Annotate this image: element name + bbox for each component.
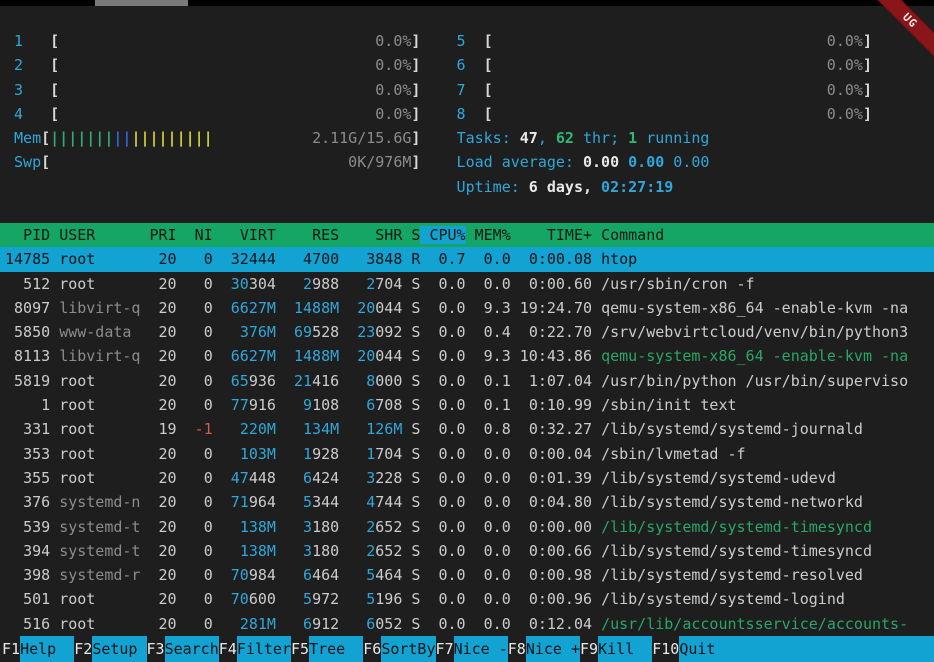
swap-meter-row[interactable]: Swp[ 0K/976M] Load average: 0.00 0.00 0.…	[5, 150, 872, 174]
system-meters: 1 [ 0.0%] 5 [ 0.0%] 2 [ 0.0%] 6 [ 0.0%] …	[5, 29, 872, 199]
column-header-pri[interactable]: PRI	[140, 226, 176, 244]
process-row[interactable]: 8113 libvirt-q 20 0 6627M 1488M 20044 S …	[0, 344, 934, 368]
table-header-row: PID USER PRI NI VIRT RES SHR S CPU% MEM%…	[0, 223, 934, 247]
process-row[interactable]: 355 root 20 0 47448 6424 3228 S 0.0 0.0 …	[0, 466, 934, 490]
process-row[interactable]: 8097 libvirt-q 20 0 6627M 1488M 20044 S …	[0, 296, 934, 320]
blue-meter-pipes: ||	[113, 129, 131, 147]
column-header-res[interactable]: RES	[276, 226, 339, 244]
debug-corner-ribbon: UG	[870, 0, 934, 60]
uptime-row: Uptime: 6 days, 02:27:19	[5, 175, 872, 199]
process-row[interactable]: 376 systemd-n 20 0 71964 5344 4744 S 0.0…	[0, 490, 934, 514]
column-header-shr[interactable]: SHR	[339, 226, 402, 244]
scrollbar-thumb[interactable]	[95, 0, 188, 6]
fkey-label-f7[interactable]: Nice -	[454, 636, 508, 662]
process-row[interactable]: 512 root 20 0 30304 2988 2704 S 0.0 0.0 …	[0, 272, 934, 296]
fkey-f6[interactable]: F6	[363, 636, 381, 662]
fkey-label-f3[interactable]: Search	[165, 636, 219, 662]
process-row[interactable]: 14785 root 20 0 32444 4700 3848 R 0.7 0.…	[0, 247, 934, 271]
process-row[interactable]: 539 systemd-t 20 0 138M 3180 2652 S 0.0 …	[0, 515, 934, 539]
column-header-virt[interactable]: VIRT	[213, 226, 276, 244]
column-header-pid[interactable]: PID	[5, 226, 50, 244]
column-header-cpu[interactable]: CPU%	[420, 226, 465, 244]
green-meter-pipes: |||||||	[50, 129, 113, 147]
fkey-label-f2[interactable]: Setup	[92, 636, 146, 662]
process-row[interactable]: 5819 root 20 0 65936 21416 8000 S 0.0 0.…	[0, 369, 934, 393]
process-row[interactable]: 398 systemd-r 20 0 70984 6464 5464 S 0.0…	[0, 563, 934, 587]
fkey-f5[interactable]: F5	[291, 636, 309, 662]
fbar-fill	[734, 636, 934, 662]
process-row[interactable]: 353 root 20 0 103M 1928 1704 S 0.0 0.0 0…	[0, 442, 934, 466]
fkey-label-f6[interactable]: SortBy	[381, 636, 435, 662]
yellow-meter-pipes: |||||||||	[131, 129, 212, 147]
fkey-f3[interactable]: F3	[147, 636, 165, 662]
fkey-f2[interactable]: F2	[74, 636, 92, 662]
column-header-s[interactable]: S	[402, 226, 420, 244]
column-header-time[interactable]: TIME+	[511, 226, 592, 244]
fkey-f8[interactable]: F8	[508, 636, 526, 662]
fkey-label-f8[interactable]: Nice +	[526, 636, 580, 662]
process-row[interactable]: 5850 www-data 20 0 376M 69528 23092 S 0.…	[0, 320, 934, 344]
fkey-label-f1[interactable]: Help	[20, 636, 74, 662]
column-header-ni[interactable]: NI	[177, 226, 213, 244]
function-key-bar: F1Help F2Setup F3SearchF4FilterF5Tree F6…	[0, 636, 934, 662]
htop-terminal: UG 1 [ 0.0%] 5 [ 0.0%] 2 [ 0.0%] 6 [ 0.0…	[0, 0, 934, 662]
fkey-label-f5[interactable]: Tree	[309, 636, 363, 662]
process-row[interactable]: 516 root 20 0 281M 6912 6052 S 0.0 0.0 0…	[0, 612, 934, 636]
fkey-f7[interactable]: F7	[436, 636, 454, 662]
process-row[interactable]: 501 root 20 0 70600 5972 5196 S 0.0 0.0 …	[0, 587, 934, 611]
fkey-f1[interactable]: F1	[2, 636, 20, 662]
fkey-label-f10[interactable]: Quit	[679, 636, 733, 662]
process-row[interactable]: 394 systemd-t 20 0 138M 3180 2652 S 0.0 …	[0, 539, 934, 563]
process-table: PID USER PRI NI VIRT RES SHR S CPU% MEM%…	[0, 223, 934, 636]
fkey-label-f4[interactable]: Filter	[237, 636, 291, 662]
fkey-label-f9[interactable]: Kill	[598, 636, 652, 662]
window-top-strip	[0, 0, 934, 6]
cpu-meter-row[interactable]: 2 [ 0.0%] 6 [ 0.0%]	[5, 53, 872, 77]
memory-meter-row[interactable]: Mem[|||||||||||||||||| 2.11G/15.6G] Task…	[5, 126, 872, 150]
process-row[interactable]: 1 root 20 0 77916 9108 6708 S 0.0 0.1 0:…	[0, 393, 934, 417]
cpu-meter-row[interactable]: 1 [ 0.0%] 5 [ 0.0%]	[5, 29, 872, 53]
column-header-cmd[interactable]: Command	[592, 226, 664, 244]
fkey-f9[interactable]: F9	[580, 636, 598, 662]
fkey-f4[interactable]: F4	[219, 636, 237, 662]
column-header-mem[interactable]: MEM%	[466, 226, 511, 244]
fkey-f10[interactable]: F10	[652, 636, 679, 662]
column-header-user[interactable]: USER	[50, 226, 140, 244]
ribbon-text: UG	[900, 11, 920, 31]
cpu-meter-row[interactable]: 4 [ 0.0%] 8 [ 0.0%]	[5, 102, 872, 126]
cpu-meter-row[interactable]: 3 [ 0.0%] 7 [ 0.0%]	[5, 78, 872, 102]
process-row[interactable]: 331 root 19 -1 220M 134M 126M S 0.0 0.8 …	[0, 417, 934, 441]
